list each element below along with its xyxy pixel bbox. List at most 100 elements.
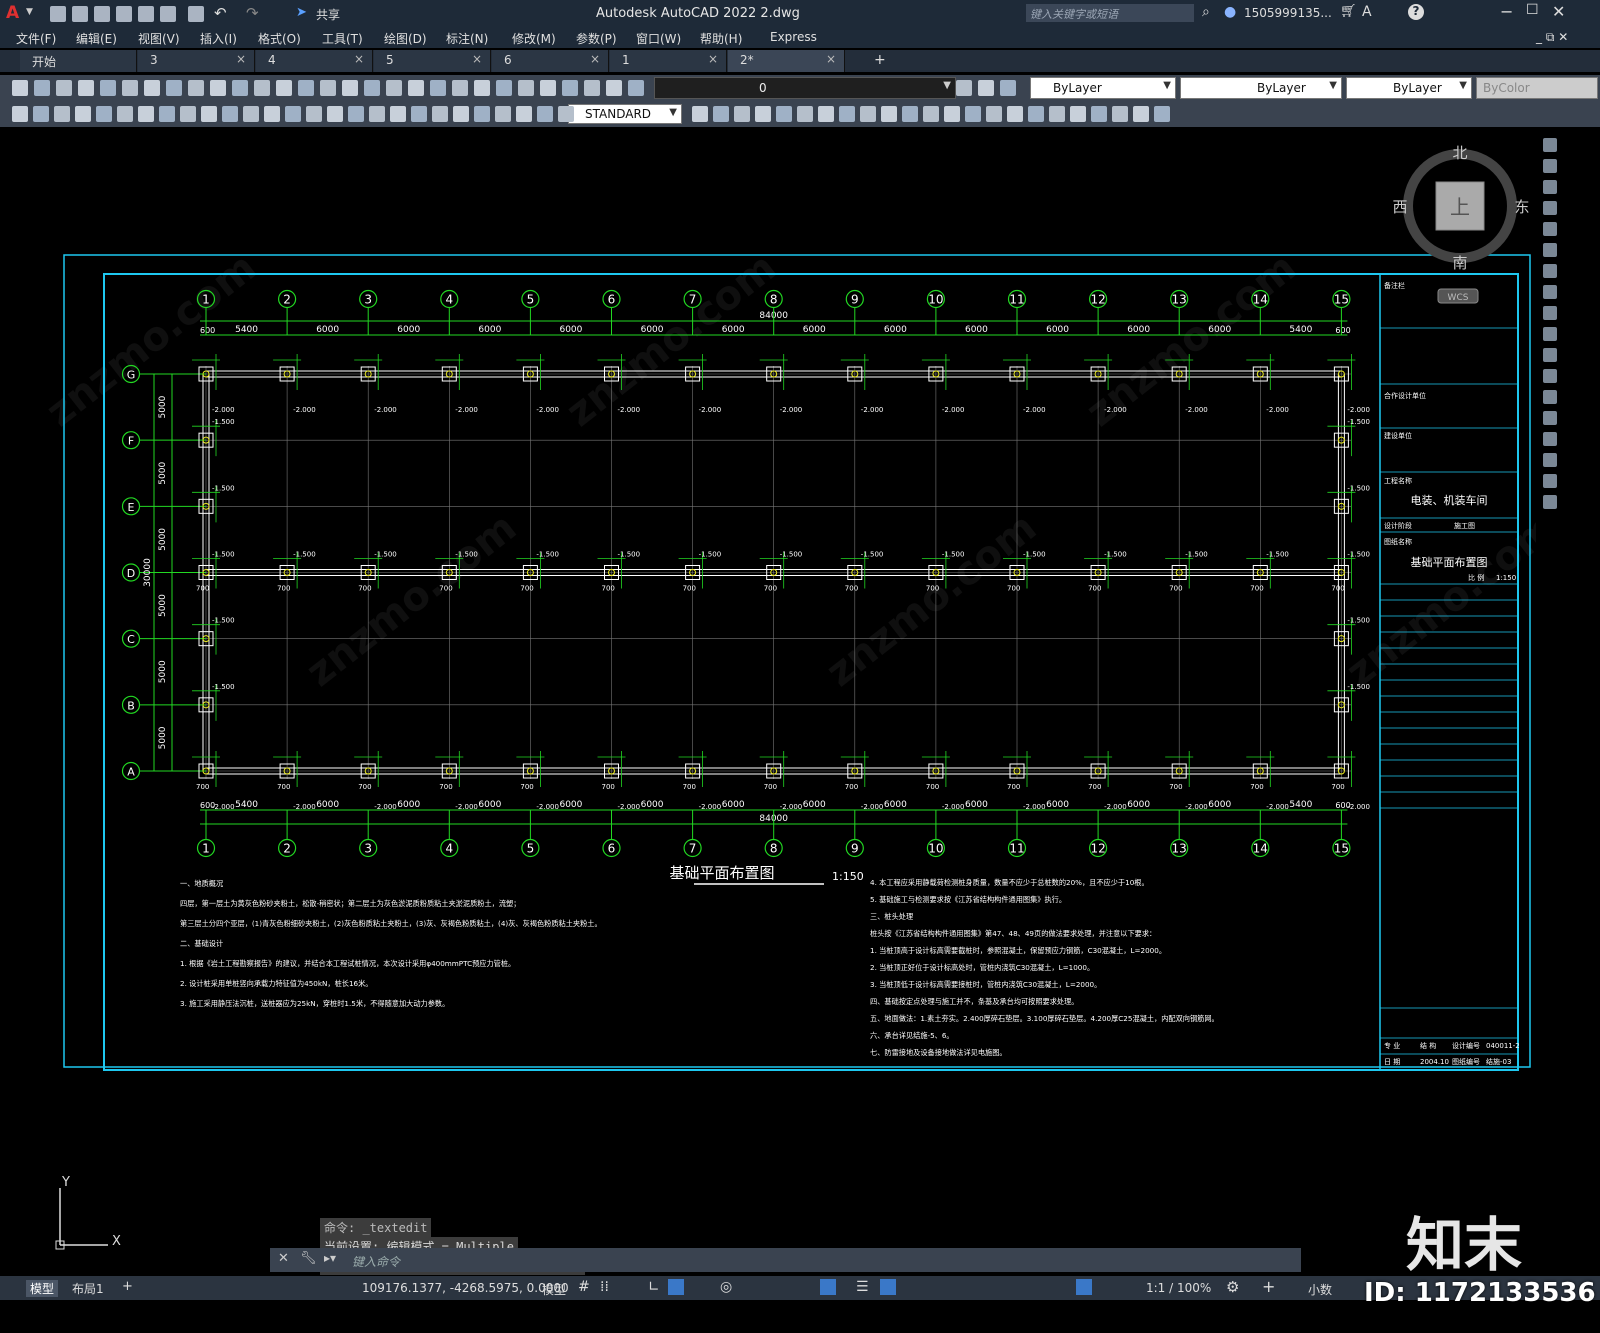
dim-tool-icon-8[interactable] xyxy=(180,106,196,122)
dim-tool-icon-27[interactable] xyxy=(692,106,708,122)
tab-close-icon[interactable]: × xyxy=(826,52,836,66)
dim-tool-icon-30[interactable] xyxy=(755,106,771,122)
dim-tool-icon-19[interactable] xyxy=(411,106,427,122)
save-icon[interactable] xyxy=(94,6,110,22)
plus-icon[interactable]: + xyxy=(1262,1277,1275,1296)
command-line[interactable]: ✕ 🔧︎ ▸▾ 键入命令 xyxy=(270,1248,1301,1272)
menu-item-0[interactable]: 文件(F) xyxy=(16,30,56,47)
modify-tool-icon-12[interactable] xyxy=(1543,390,1557,404)
document-window-controls[interactable]: _ ⧉ ✕ xyxy=(1536,30,1568,45)
menu-item-9[interactable]: 参数(P) xyxy=(576,30,617,47)
standard-tool-icon-20[interactable] xyxy=(452,80,468,96)
dim-tool-icon-49[interactable] xyxy=(1154,106,1170,122)
dim-tool-icon-33[interactable] xyxy=(818,106,834,122)
dim-tool-icon-14[interactable] xyxy=(306,106,322,122)
dim-tool-icon-6[interactable] xyxy=(138,106,154,122)
standard-tool-icon-18[interactable] xyxy=(408,80,424,96)
standard-tool-icon-15[interactable] xyxy=(342,80,358,96)
tab-开始[interactable]: 开始 xyxy=(20,50,137,72)
save-as-icon[interactable] xyxy=(116,6,132,22)
menu-item-10[interactable]: 窗口(W) xyxy=(636,30,681,47)
standard-tool-icon-27[interactable] xyxy=(606,80,622,96)
modify-tool-icon-7[interactable] xyxy=(1543,285,1557,299)
dim-tool-icon-29[interactable] xyxy=(734,106,750,122)
dim-tool-icon-15[interactable] xyxy=(327,106,343,122)
standard-tool-icon-11[interactable] xyxy=(254,80,270,96)
modify-tool-icon-14[interactable] xyxy=(1543,432,1557,446)
help-button[interactable]: ? xyxy=(1408,4,1424,20)
dim-tool-icon-22[interactable] xyxy=(474,106,490,122)
dim-tool-icon-13[interactable] xyxy=(285,106,301,122)
color-dropdown[interactable]: ByLayer ▼ xyxy=(1030,77,1176,99)
menu-item-12[interactable]: Express xyxy=(770,30,817,44)
close-icon[interactable]: ✕ xyxy=(1552,2,1565,21)
customize-icon[interactable]: 🔧︎ xyxy=(300,1251,317,1266)
standard-tool-icon-24[interactable] xyxy=(540,80,556,96)
dim-tool-icon-28[interactable] xyxy=(713,106,729,122)
dim-tool-icon-31[interactable] xyxy=(776,106,792,122)
text-style-dropdown[interactable]: STANDARD ▼ xyxy=(568,104,682,124)
standard-tool-icon-9[interactable] xyxy=(210,80,226,96)
modify-tool-icon-10[interactable] xyxy=(1543,348,1557,362)
dim-tool-icon-45[interactable] xyxy=(1070,106,1086,122)
tab-close-icon[interactable]: × xyxy=(708,52,718,66)
dim-tool-icon-48[interactable] xyxy=(1133,106,1149,122)
polar-icon[interactable] xyxy=(668,1279,684,1295)
layer-dropdown[interactable]: 0 ▼ xyxy=(654,77,956,99)
standard-tool-icon-28[interactable] xyxy=(628,80,644,96)
dim-tool-icon-40[interactable] xyxy=(965,106,981,122)
dim-tool-icon-1[interactable] xyxy=(33,106,49,122)
standard-tool-icon-8[interactable] xyxy=(188,80,204,96)
layout1-tab[interactable]: 布局1 xyxy=(72,1280,104,1297)
standard-tool-icon-31[interactable] xyxy=(1000,80,1016,96)
dim-tool-icon-12[interactable] xyxy=(264,106,280,122)
standard-tool-icon-4[interactable] xyxy=(100,80,116,96)
menu-item-8[interactable]: 修改(M) xyxy=(512,30,556,47)
search-icon[interactable]: ⌕ xyxy=(1202,4,1210,20)
modify-tool-icon-8[interactable] xyxy=(1543,306,1557,320)
dim-tool-icon-32[interactable] xyxy=(797,106,813,122)
standard-tool-icon-21[interactable] xyxy=(474,80,490,96)
menu-item-3[interactable]: 插入(I) xyxy=(200,30,237,47)
modify-tool-icon-2[interactable] xyxy=(1543,180,1557,194)
standard-tool-icon-25[interactable] xyxy=(562,80,578,96)
app-menu-chevron-icon[interactable]: ▼ xyxy=(26,7,33,17)
gear-icon[interactable]: ⚙ xyxy=(1226,1278,1239,1296)
standard-tool-icon-23[interactable] xyxy=(518,80,534,96)
tab-2-active[interactable]: 2* × xyxy=(728,50,845,72)
plotstyle-dropdown[interactable]: ByColor xyxy=(1476,77,1598,99)
grid-icon[interactable]: # xyxy=(578,1279,590,1295)
cart-icon[interactable]: 🛒︎ xyxy=(1340,4,1357,19)
share-icon[interactable]: ➤ xyxy=(296,5,307,20)
coordinates-readout[interactable]: 109176.1377, -4268.5975, 0.0000 xyxy=(362,1281,569,1295)
modify-tool-icon-1[interactable] xyxy=(1543,159,1557,173)
dim-tool-icon-36[interactable] xyxy=(881,106,897,122)
lineweight-dropdown[interactable]: ByLayer ▼ xyxy=(1346,77,1472,99)
tab-close-icon[interactable]: × xyxy=(472,52,482,66)
dim-tool-icon-17[interactable] xyxy=(369,106,385,122)
print-icon[interactable] xyxy=(188,6,204,22)
tab-close-icon[interactable]: × xyxy=(236,52,246,66)
tab-close-icon[interactable]: × xyxy=(590,52,600,66)
maximize-icon[interactable]: ☐ xyxy=(1526,2,1539,18)
recent-commands-icon[interactable]: ▸▾ xyxy=(324,1251,336,1265)
open-file-icon[interactable] xyxy=(72,6,88,22)
standard-tool-icon-7[interactable] xyxy=(166,80,182,96)
annotation-visibility-icon[interactable] xyxy=(1076,1279,1092,1295)
dim-tool-icon-37[interactable] xyxy=(902,106,918,122)
redo-icon[interactable]: ↷ xyxy=(246,4,259,22)
standard-tool-icon-16[interactable] xyxy=(364,80,380,96)
menu-item-7[interactable]: 标注(N) xyxy=(446,30,488,47)
standard-tool-icon-29[interactable] xyxy=(956,80,972,96)
units-dropdown[interactable]: 小数 xyxy=(1308,1281,1332,1298)
user-icon[interactable]: ● xyxy=(1224,4,1236,20)
dim-tool-icon-42[interactable] xyxy=(1007,106,1023,122)
linetype-dropdown[interactable]: ByLayer ▼ xyxy=(1180,77,1342,99)
dim-tool-icon-4[interactable] xyxy=(96,106,112,122)
osnap-icon[interactable] xyxy=(820,1279,836,1295)
snap-icon[interactable]: ⁞⁞ xyxy=(600,1279,609,1295)
standard-tool-icon-12[interactable] xyxy=(276,80,292,96)
tab-4[interactable]: 4 × xyxy=(256,50,373,72)
dim-tool-icon-25[interactable] xyxy=(537,106,553,122)
lineweight-icon[interactable]: ☰ xyxy=(856,1279,869,1295)
